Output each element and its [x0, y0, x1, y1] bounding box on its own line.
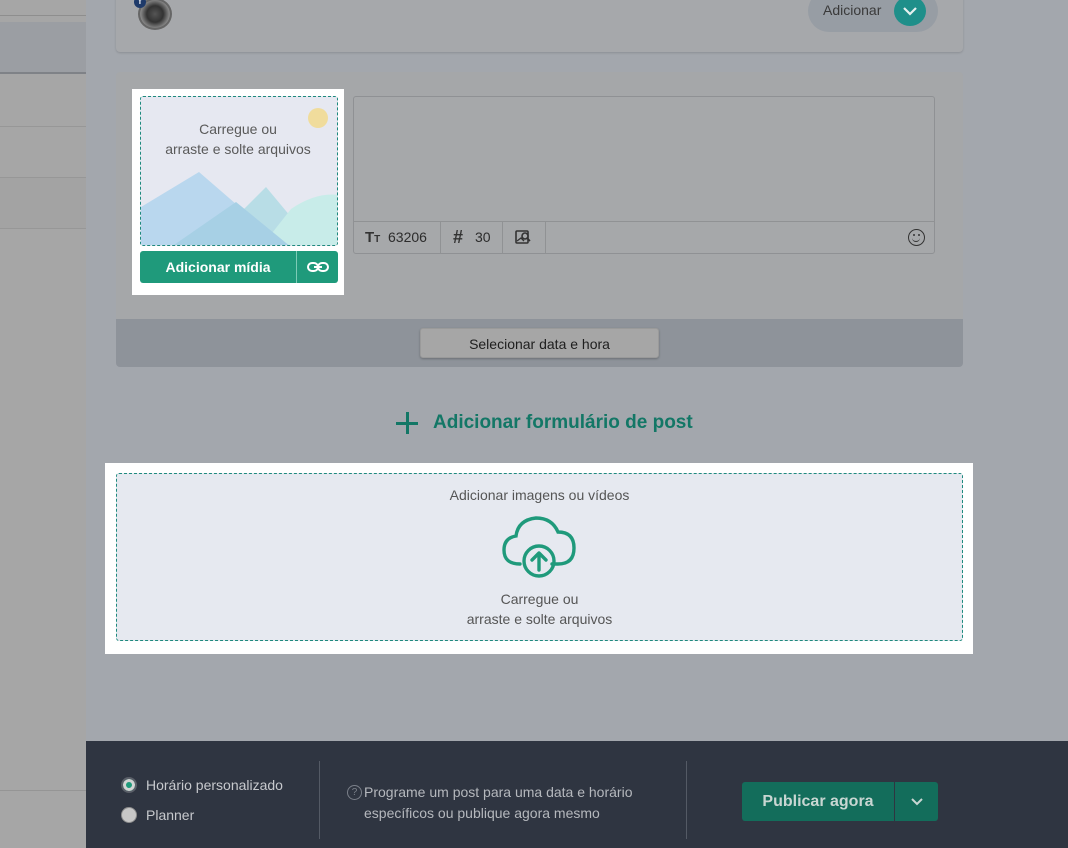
char-count: 63206 — [388, 229, 427, 245]
add-media-button[interactable]: Adicionar mídia — [140, 251, 296, 283]
hashtag-icon: # — [453, 227, 464, 247]
sidebar-top — [0, 0, 86, 16]
bulk-upload-line1: Carregue ou — [500, 591, 579, 607]
bulk-upload-line2: arraste e solte arquivos — [466, 611, 613, 627]
text-size-icon: TT — [365, 229, 381, 246]
hashtag-count: 30 — [475, 229, 491, 245]
char-counter: TT 63206 — [353, 221, 441, 254]
chevron-down-icon[interactable] — [894, 0, 926, 26]
image-search-button[interactable] — [503, 221, 546, 254]
plus-icon — [394, 408, 420, 438]
media-dropzone-line1: Carregue ou — [199, 121, 277, 137]
radio-planner-label[interactable]: Planner — [146, 807, 194, 823]
radio-custom-time-label[interactable]: Horário personalizado — [146, 777, 283, 793]
select-date-time-button[interactable]: Selecionar data e hora — [420, 328, 659, 358]
bulk-upload-text: Carregue ou arraste e solte arquivos — [116, 589, 963, 629]
emoji-icon[interactable] — [908, 229, 925, 246]
publish-now-button[interactable]: Publicar agora — [742, 782, 894, 821]
link-button[interactable] — [296, 251, 338, 283]
sidebar-item[interactable] — [0, 75, 86, 127]
divider — [319, 761, 320, 839]
sidebar-item[interactable] — [0, 127, 86, 178]
add-account-label: Adicionar — [823, 2, 882, 18]
media-dropzone-text: Carregue ou arraste e solte arquivos — [141, 119, 335, 159]
image-search-icon — [515, 230, 531, 244]
link-icon — [307, 262, 329, 272]
add-post-form-label: Adicionar formulário de post — [433, 412, 693, 433]
media-dropzone[interactable]: Carregue ou arraste e solte arquivos — [140, 96, 338, 246]
chevron-down-icon — [911, 798, 923, 806]
radio-planner[interactable] — [121, 807, 137, 823]
help-icon[interactable]: ? — [347, 785, 362, 800]
divider — [686, 761, 687, 839]
media-dropzone-line2: arraste e solte arquivos — [165, 141, 311, 157]
sidebar-divider — [0, 790, 86, 791]
bulk-upload-title: Adicionar imagens ou vídeos — [449, 487, 630, 503]
sidebar — [0, 0, 86, 848]
hashtag-counter[interactable]: # 30 — [441, 221, 503, 254]
help-text: Programe um post para uma data e horário… — [364, 784, 633, 821]
publish-options-button[interactable] — [895, 782, 938, 821]
cloud-upload-icon — [502, 516, 576, 578]
sidebar-item-active[interactable] — [0, 22, 86, 74]
sidebar-item[interactable] — [0, 178, 86, 229]
radio-custom-time[interactable] — [121, 777, 137, 793]
